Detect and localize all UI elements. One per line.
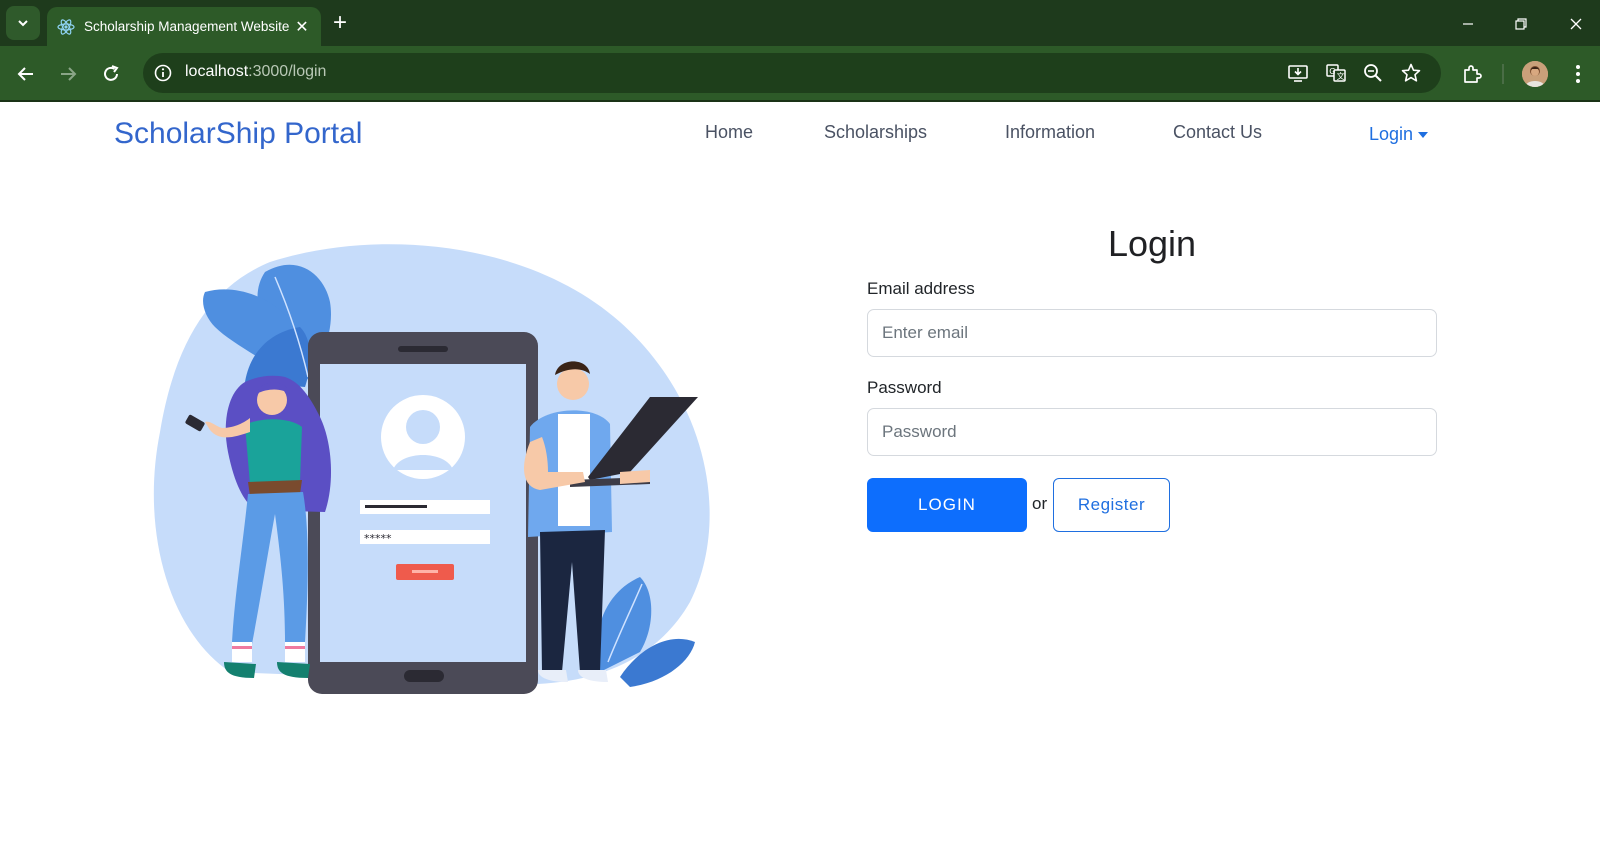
menu-dots-icon[interactable] [1566, 62, 1590, 86]
phone-password-dots: ***** [364, 532, 392, 545]
window-close-icon[interactable] [1564, 12, 1588, 36]
url-text: localhost:3000/login [185, 63, 326, 81]
tab-search-button[interactable] [6, 6, 40, 40]
nav-information[interactable]: Information [1005, 122, 1095, 143]
login-illustration: ***** [153, 244, 710, 694]
svg-text:文: 文 [1337, 71, 1345, 81]
url-path: :3000/login [248, 63, 327, 80]
svg-text:G: G [1329, 67, 1335, 76]
nav-login-dropdown[interactable]: Login [1369, 124, 1429, 145]
extensions-icon[interactable] [1460, 62, 1484, 86]
nav-login-label: Login [1369, 124, 1414, 144]
chevron-down-icon [18, 20, 28, 27]
site-info-icon[interactable] [153, 63, 173, 83]
minimize-icon[interactable] [1456, 12, 1480, 36]
tab-title: Scholarship Management Website [84, 19, 290, 34]
forward-icon[interactable] [56, 62, 80, 86]
browser-tab-bar: Scholarship Management Website ✕ + [0, 0, 1600, 46]
reload-icon[interactable] [99, 62, 123, 86]
restore-icon[interactable] [1509, 12, 1533, 36]
password-label: Password [867, 378, 942, 397]
site-brand[interactable]: ScholarShip Portal [114, 117, 362, 151]
register-button[interactable]: Register [1053, 478, 1170, 532]
nav-scholarships[interactable]: Scholarships [824, 122, 927, 143]
close-icon[interactable]: ✕ [293, 17, 311, 37]
email-field[interactable] [867, 309, 1437, 357]
or-separator: or [1032, 494, 1048, 513]
caret-down-icon [1418, 132, 1429, 138]
email-label: Email address [867, 279, 975, 298]
password-field[interactable] [867, 408, 1437, 456]
page-content: ScholarShip Portal Home Scholarships Inf… [0, 102, 1600, 848]
nav-contact-us[interactable]: Contact Us [1173, 122, 1262, 143]
address-bar[interactable]: localhost:3000/login G文 [143, 53, 1441, 93]
browser-tab-active[interactable]: Scholarship Management Website ✕ [47, 7, 321, 46]
zoom-icon[interactable] [1361, 61, 1385, 85]
url-host: localhost [185, 63, 249, 80]
browser-toolbar: localhost:3000/login G文 [0, 46, 1600, 102]
react-favicon-icon [57, 18, 75, 36]
toolbar-divider [1502, 64, 1504, 84]
translate-icon[interactable]: G文 [1324, 61, 1348, 85]
bookmark-star-icon[interactable] [1399, 61, 1423, 85]
login-button[interactable]: LOGIN [867, 478, 1027, 532]
back-icon[interactable] [14, 62, 38, 86]
install-app-icon[interactable] [1286, 61, 1310, 85]
nav-home[interactable]: Home [705, 122, 753, 143]
profile-avatar[interactable] [1522, 61, 1548, 87]
login-heading: Login [1107, 223, 1197, 264]
new-tab-icon[interactable]: + [333, 11, 347, 35]
